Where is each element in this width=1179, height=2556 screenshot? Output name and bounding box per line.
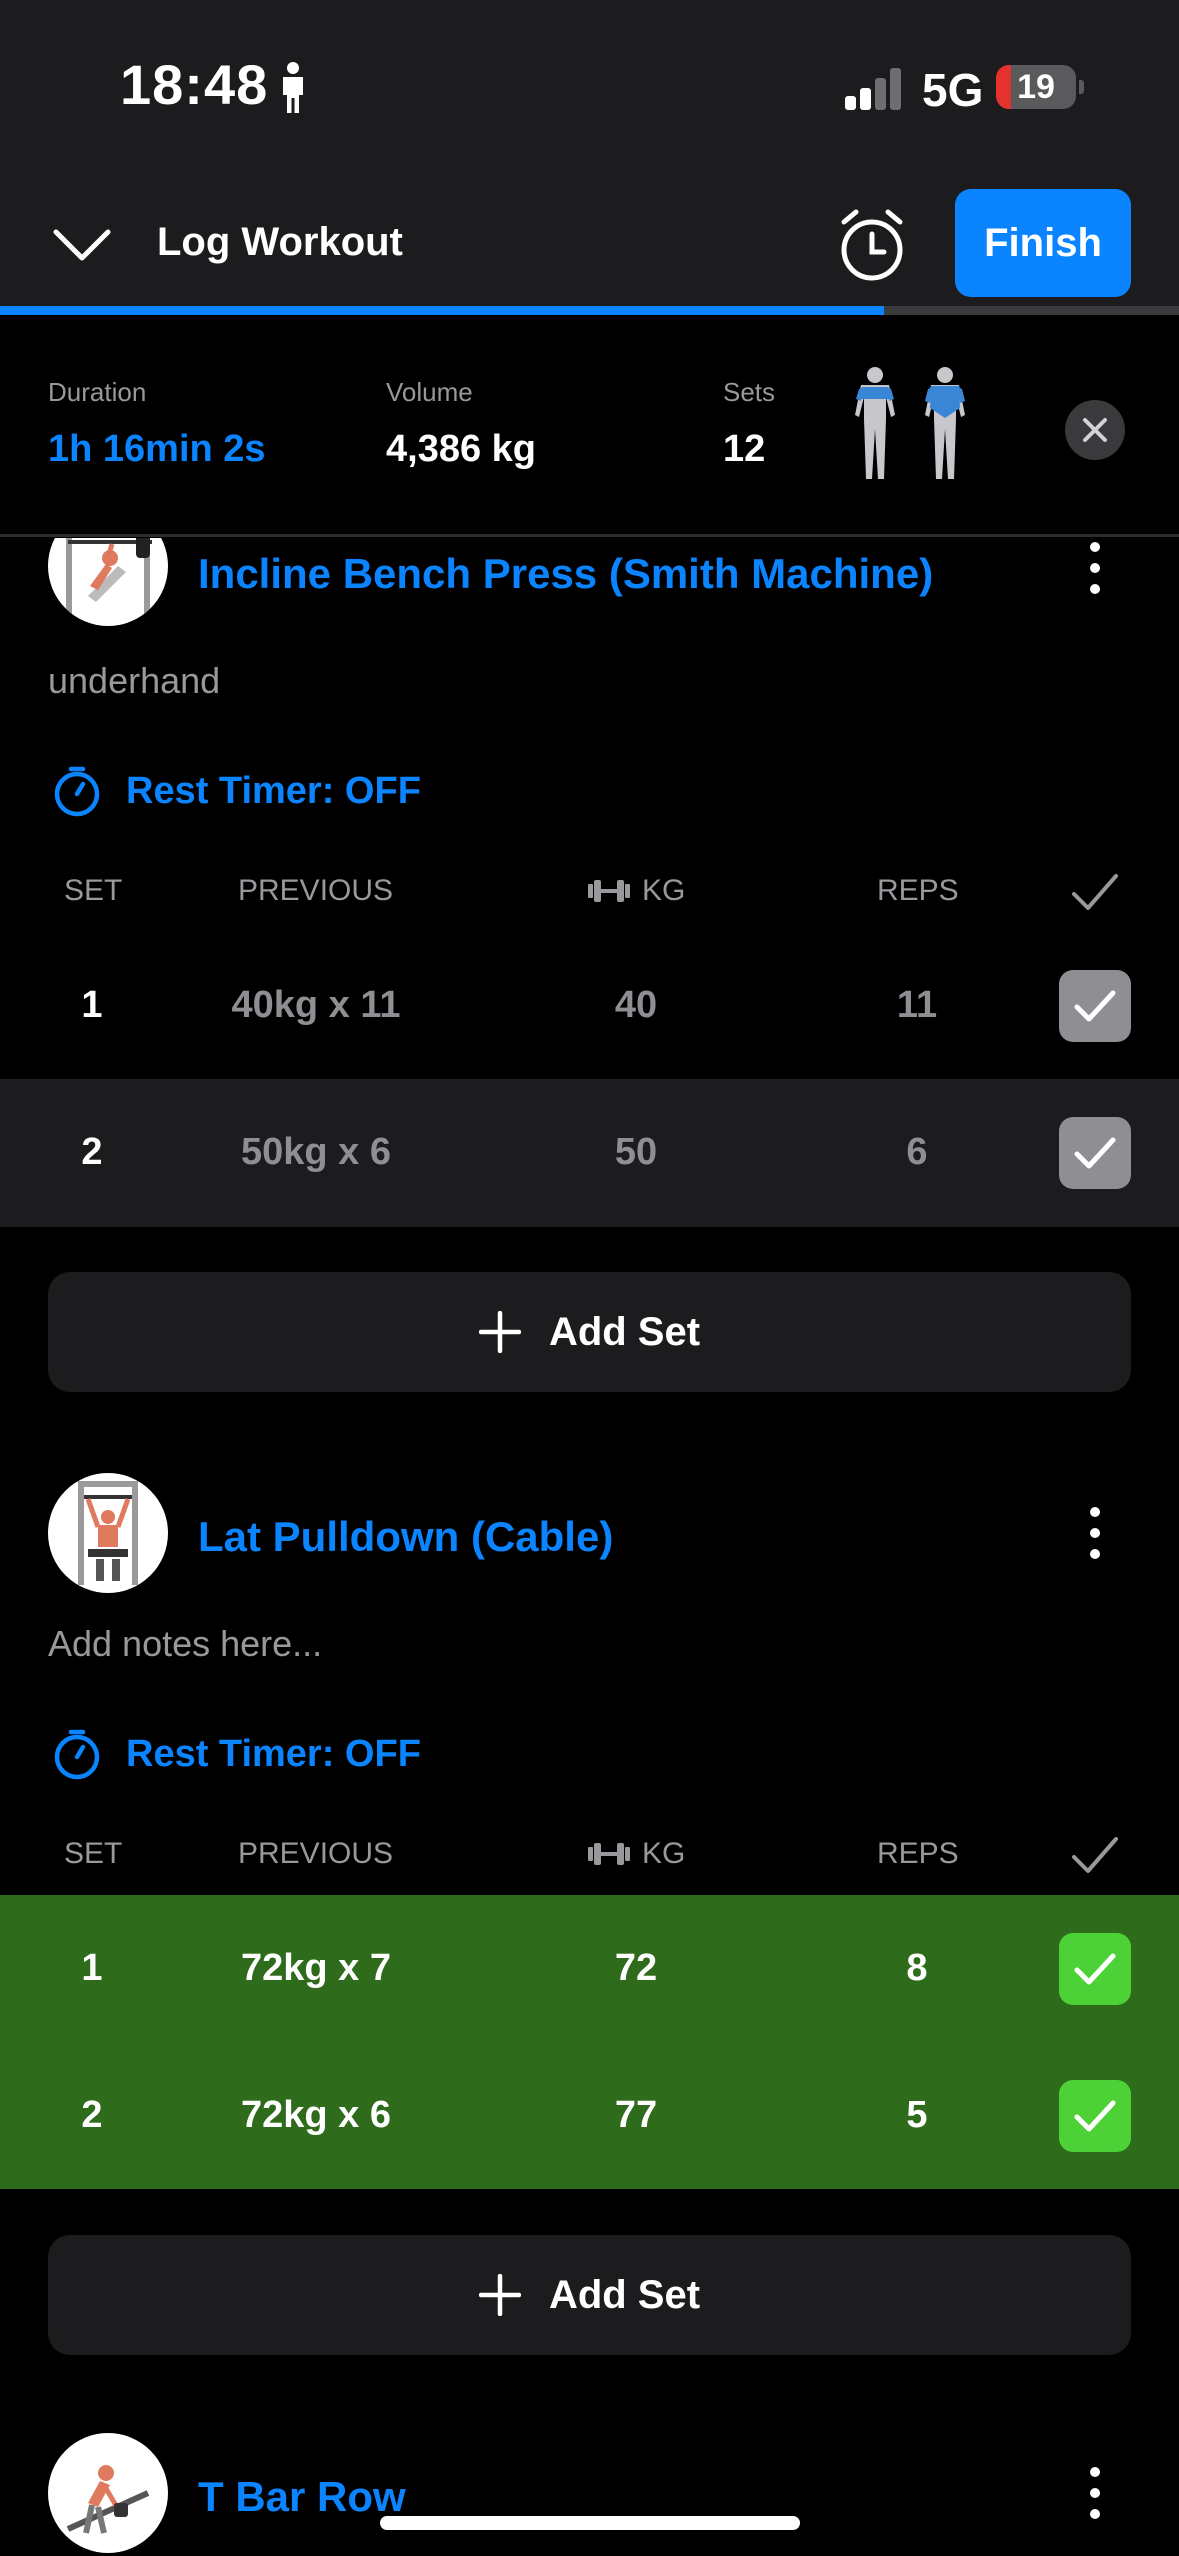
checkmark-icon xyxy=(1074,1137,1116,1169)
sets-value: 12 xyxy=(723,428,766,470)
set-table-header: SET PREVIOUS KG REPS xyxy=(0,1837,1179,1887)
add-set-label: Add Set xyxy=(548,2272,701,2317)
column-reps: REPS xyxy=(877,874,959,907)
checkmark-icon xyxy=(1074,2100,1116,2131)
checkmark-icon xyxy=(1074,1953,1116,1984)
rest-timer-button[interactable]: Rest Timer: OFF xyxy=(52,1727,421,1781)
column-previous: PREVIOUS xyxy=(238,874,394,907)
page-title: Log Workout xyxy=(157,220,403,264)
stopwatch-icon xyxy=(54,1729,100,1780)
workout-header: Log Workout Finish xyxy=(0,170,1179,310)
close-summary-button[interactable] xyxy=(1065,400,1125,460)
workout-summary: Duration 1h 16min 2s Volume 4,386 kg Set… xyxy=(0,315,1179,537)
dumbbell-icon xyxy=(588,1843,630,1865)
battery-cap xyxy=(1079,80,1084,94)
bench-press-icon xyxy=(66,538,152,616)
muscle-map-icon[interactable] xyxy=(845,365,975,491)
exercise-menu-button[interactable] xyxy=(1080,538,1110,598)
exercise-title[interactable]: Incline Bench Press (Smith Machine) xyxy=(198,550,933,598)
battery-level: 19 xyxy=(1017,68,1055,106)
column-kg-label: KG xyxy=(642,874,686,907)
person-icon xyxy=(283,62,303,113)
checkmark-icon xyxy=(1072,1837,1118,1873)
dumbbell-icon xyxy=(588,880,630,902)
rest-timer-label: Rest Timer: OFF xyxy=(126,1732,421,1775)
exercise-title[interactable]: Lat Pulldown (Cable) xyxy=(198,1513,613,1561)
set-complete-checkbox[interactable] xyxy=(1059,1932,1131,2005)
exercise-card: Incline Bench Press (Smith Machine) unde… xyxy=(0,538,1179,1398)
status-time: 18:48 xyxy=(120,53,269,116)
exercise-title[interactable]: T Bar Row xyxy=(198,2473,406,2521)
network-type: 5G xyxy=(922,64,984,116)
column-set: SET xyxy=(64,874,123,907)
status-bar: 18:48 5G 19 xyxy=(0,0,1179,170)
set-row[interactable]: 1 40kg x 11 40 11 xyxy=(0,932,1179,1079)
column-reps: REPS xyxy=(877,1837,959,1870)
plus-icon xyxy=(478,1311,521,1353)
exercise-card: Lat Pulldown (Cable) Add notes here... R… xyxy=(0,1473,1179,2433)
column-set: SET xyxy=(64,1837,123,1870)
set-row[interactable]: 1 72kg x 7 72 8 xyxy=(0,1895,1179,2042)
set-table-header: SET PREVIOUS KG REPS xyxy=(0,874,1179,924)
exercise-list[interactable]: Incline Bench Press (Smith Machine) unde… xyxy=(0,538,1179,2556)
set-complete-checkbox[interactable] xyxy=(1059,1117,1131,1189)
column-kg: KG xyxy=(586,874,685,908)
checkmark-icon xyxy=(1074,990,1116,1021)
duration-value: 1h 16min 2s xyxy=(48,428,266,470)
set-row[interactable]: 2 72kg x 6 77 5 xyxy=(0,2042,1179,2189)
add-set-button[interactable]: Add Set xyxy=(48,1272,1131,1392)
exercise-card: T Bar Row xyxy=(0,2433,1179,2556)
exercise-thumbnail[interactable] xyxy=(48,1473,168,1593)
set-row[interactable]: 2 50kg x 6 50 6 xyxy=(0,1079,1179,1227)
volume-value: 4,386 kg xyxy=(386,428,536,470)
close-icon xyxy=(1083,418,1107,442)
t-bar-row-icon xyxy=(66,2465,150,2534)
duration-stat: Duration 1h 16min 2s xyxy=(48,377,266,471)
volume-label: Volume xyxy=(386,377,473,407)
set-complete-checkbox[interactable] xyxy=(1059,2079,1131,2152)
plus-icon xyxy=(478,2274,521,2316)
add-set-button[interactable]: Add Set xyxy=(48,2235,1131,2355)
sets-label: Sets xyxy=(723,377,776,407)
column-kg: KG xyxy=(586,1837,685,1871)
cellular-signal-icon xyxy=(845,68,903,110)
exercise-note-input[interactable]: Add notes here... xyxy=(48,1623,322,1665)
add-set-label: Add Set xyxy=(548,1309,701,1354)
exercise-thumbnail[interactable] xyxy=(48,538,168,626)
set-complete-checkbox[interactable] xyxy=(1059,969,1131,1042)
column-kg-label: KG xyxy=(642,1837,686,1870)
exercise-menu-button[interactable] xyxy=(1080,2463,1110,2523)
checkmark-icon xyxy=(1072,874,1118,910)
finish-button[interactable]: Finish xyxy=(955,189,1131,297)
workout-progress-fill xyxy=(0,306,885,315)
workout-progress-bar xyxy=(0,306,1179,315)
rest-timer-label: Rest Timer: OFF xyxy=(126,769,421,812)
stopwatch-icon xyxy=(54,766,100,817)
exercise-menu-button[interactable] xyxy=(1080,1503,1110,1563)
exercise-thumbnail[interactable] xyxy=(48,2433,168,2553)
chevron-down-icon[interactable] xyxy=(52,226,112,266)
rest-timer-button[interactable]: Rest Timer: OFF xyxy=(52,764,421,818)
column-previous: PREVIOUS xyxy=(238,1837,394,1870)
home-indicator[interactable] xyxy=(380,2516,800,2530)
volume-stat: Volume 4,386 kg xyxy=(386,377,536,471)
battery-icon: 19 xyxy=(996,65,1076,109)
sets-stat: Sets 12 xyxy=(723,377,775,471)
exercise-note[interactable]: underhand xyxy=(48,660,220,702)
alarm-clock-icon[interactable] xyxy=(832,206,912,286)
duration-label: Duration xyxy=(48,377,147,407)
lat-pulldown-icon xyxy=(78,1481,138,1585)
